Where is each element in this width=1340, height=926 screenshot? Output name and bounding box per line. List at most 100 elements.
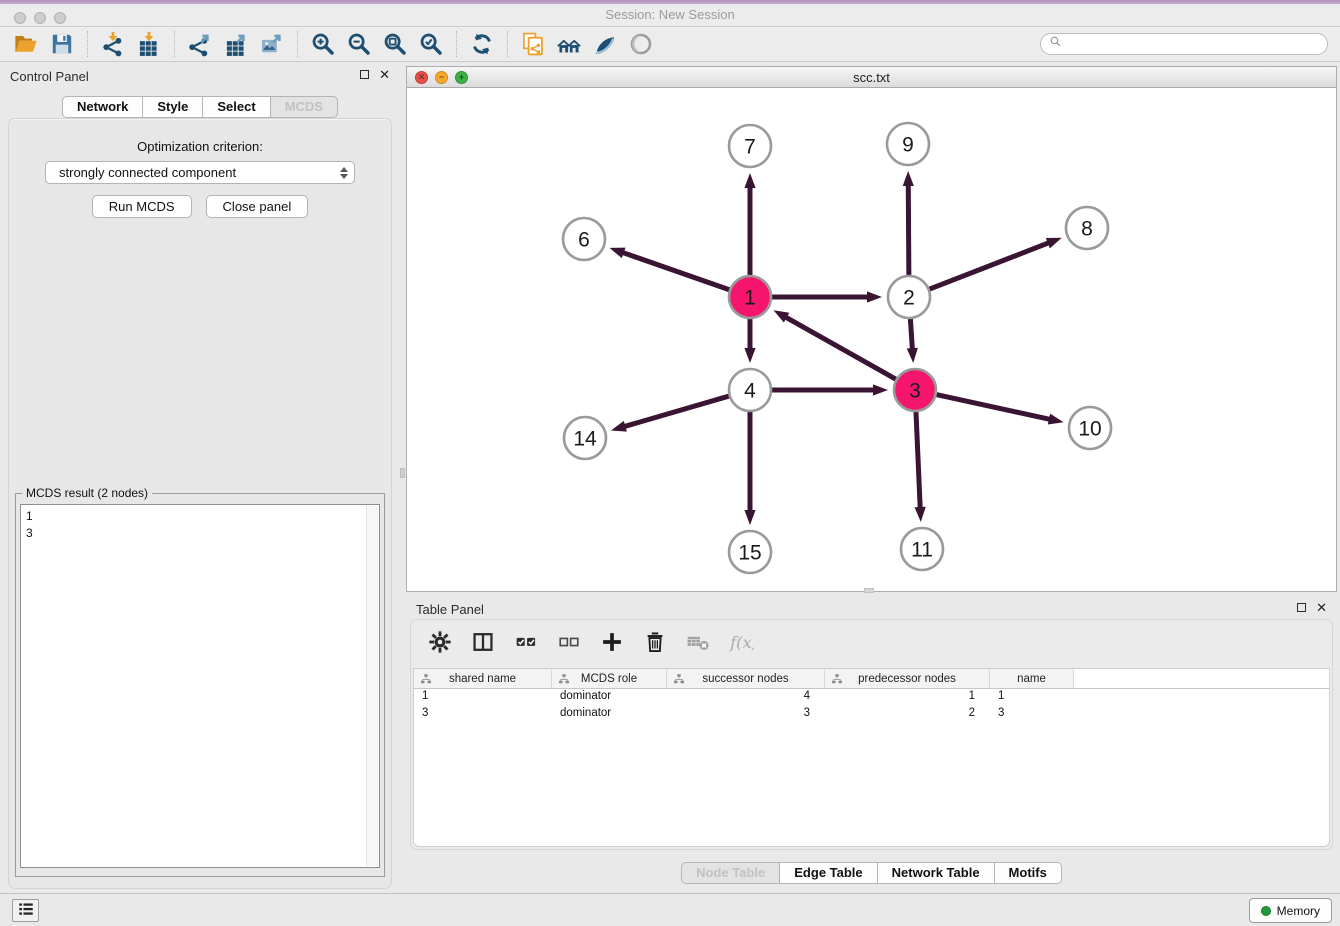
node-6[interactable]: 6 [563,218,605,260]
function-builder-icon: f(x) [726,628,756,656]
column-header-predecessor-nodes[interactable]: predecessor nodes [825,669,990,688]
network-canvas[interactable]: 7 9 6 8 1 2 4 3 14 10 15 11 [407,88,1336,591]
column-header-successor-nodes[interactable]: successor nodes [667,669,825,688]
node-label: 15 [738,542,761,565]
node-1[interactable]: 1 [729,276,771,318]
home-icon[interactable] [551,29,587,59]
delete-row-icon[interactable] [640,628,670,656]
table-header-row: shared nameMCDS rolesuccessor nodesprede… [414,669,1329,689]
node-2[interactable]: 2 [888,276,930,318]
table-tab-network-table[interactable]: Network Table [878,862,995,884]
edge-arrowhead [744,173,755,188]
zoom-out-icon[interactable] [341,29,377,59]
column-header-name[interactable]: name [990,669,1074,688]
result-scrollbar[interactable] [366,506,378,866]
mcds-result-title: MCDS result (2 nodes) [22,486,152,500]
cell-name[interactable]: 3 [990,706,1074,723]
split-view-icon[interactable] [468,628,498,656]
cell-MCDS-role[interactable]: dominator [552,706,667,723]
dropdown-stepper-icon [340,167,348,179]
search-input[interactable] [1067,37,1319,51]
node-7[interactable]: 7 [729,125,771,167]
save-session-icon[interactable] [44,29,80,59]
export-table-icon[interactable] [218,29,254,59]
clone-network-icon[interactable] [515,29,551,59]
node-label: 11 [911,539,933,562]
close-panel-icon[interactable]: ✕ [379,69,390,80]
select-all-icon[interactable] [511,628,541,656]
tab-network[interactable]: Network [62,96,143,118]
tab-mcds[interactable]: MCDS [271,96,338,118]
open-file-icon[interactable] [8,29,44,59]
import-table-icon[interactable] [131,29,167,59]
column-header-MCDS-role[interactable]: MCDS role [552,669,667,688]
zoom-selected-icon[interactable] [413,29,449,59]
optimization-criterion-label: Optimization criterion: [9,139,391,154]
search-box[interactable] [1040,33,1328,55]
tab-style[interactable]: Style [143,96,203,118]
show-console-button[interactable] [12,899,39,922]
toolbar-separator [174,31,175,57]
style-brush-icon[interactable] [587,29,623,59]
node-4[interactable]: 4 [729,369,771,411]
edge-3-10[interactable] [935,394,1051,419]
edge-2-9[interactable] [908,184,909,277]
cell-MCDS-role[interactable]: dominator [552,689,667,706]
table-row[interactable]: 1dominator411 [414,689,1329,706]
close-table-panel-icon[interactable]: ✕ [1316,602,1327,613]
export-network-icon[interactable] [182,29,218,59]
float-panel-icon[interactable] [360,70,369,79]
node-9[interactable]: 9 [887,123,929,165]
node-14[interactable]: 14 [564,417,606,459]
visibility-icon[interactable] [623,29,659,59]
table-tab-node-table[interactable]: Node Table [681,862,780,884]
cell-shared-name[interactable]: 3 [414,706,552,723]
table-panel-body: f(x) shared nameMCDS rolesuccessor nodes… [410,619,1333,850]
tab-select[interactable]: Select [203,96,270,118]
float-table-panel-icon[interactable] [1297,603,1306,612]
mcds-result-area[interactable]: 1 3 [20,504,380,868]
edge-3-1[interactable] [785,317,898,381]
cell-name[interactable]: 1 [990,689,1074,706]
memory-button[interactable]: Memory [1249,898,1332,923]
edge-arrowhead [609,248,625,259]
control-panel-header: Control Panel ✕ [0,62,400,88]
close-panel-button[interactable]: Close panel [206,195,309,218]
node-15[interactable]: 15 [729,531,771,573]
edge-arrowhead [611,421,627,432]
add-row-icon[interactable] [597,628,627,656]
edge-2-8[interactable] [928,242,1050,289]
network-graph[interactable]: 7 9 6 8 1 2 4 3 14 10 15 11 [407,88,1336,591]
run-mcds-button[interactable]: Run MCDS [92,195,192,218]
cell-successor-nodes[interactable]: 3 [667,706,825,723]
edge-1-6[interactable] [622,252,731,290]
criterion-dropdown[interactable]: strongly connected component [45,161,355,184]
edge-arrowhead [907,348,918,363]
table-tab-motifs[interactable]: Motifs [995,862,1062,884]
cell-shared-name[interactable]: 1 [414,689,552,706]
deselect-all-icon[interactable] [554,628,584,656]
node-11[interactable]: 11 [901,528,943,570]
refresh-icon[interactable] [464,29,500,59]
table-row[interactable]: 3dominator323 [414,706,1329,723]
import-network-icon[interactable] [95,29,131,59]
cell-successor-nodes[interactable]: 4 [667,689,825,706]
cell-predecessor-nodes[interactable]: 2 [825,706,990,723]
zoom-fit-icon[interactable] [377,29,413,59]
node-10[interactable]: 10 [1069,407,1111,449]
cell-predecessor-nodes[interactable]: 1 [825,689,990,706]
edge-3-11[interactable] [916,410,920,509]
horizontal-splitter-grip[interactable] [864,588,874,593]
vertical-splitter-grip[interactable] [400,468,405,478]
edge-4-14[interactable] [623,396,730,427]
column-header-shared-name[interactable]: shared name [414,669,552,688]
node-3[interactable]: 3 [894,369,936,411]
zoom-in-icon[interactable] [305,29,341,59]
edge-2-3[interactable] [910,317,912,350]
network-frame-titlebar[interactable]: ✕ − + scc.txt [407,67,1336,88]
node-label: 7 [744,136,756,159]
table-tab-edge-table[interactable]: Edge Table [780,862,877,884]
gear-icon[interactable] [425,628,455,656]
export-image-icon[interactable] [254,29,290,59]
node-8[interactable]: 8 [1066,207,1108,249]
